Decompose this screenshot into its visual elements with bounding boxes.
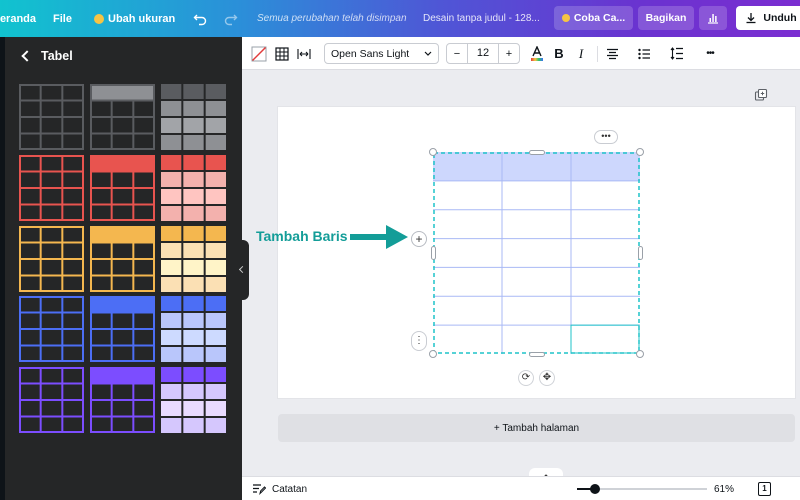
table-template-13[interactable]: [19, 367, 84, 433]
chevron-down-icon: [424, 51, 432, 56]
selected-cell: [570, 324, 640, 354]
align-center-icon[interactable]: [602, 43, 622, 64]
table-grid: [433, 152, 640, 354]
table-template-11[interactable]: [90, 296, 155, 362]
resize-handle-bottom-right[interactable]: [636, 350, 644, 358]
zoom-slider-knob[interactable]: [590, 484, 601, 494]
add-row-annotation: Tambah Baris: [256, 228, 348, 244]
table-template-14[interactable]: [90, 367, 155, 433]
notes-label: Catatan: [272, 483, 308, 495]
top-bar: Beranda File Ubah ukuran Semua perubahan…: [0, 0, 800, 37]
table-template-10[interactable]: [19, 296, 84, 362]
add-row-button[interactable]: +: [411, 231, 427, 247]
table-border-icon[interactable]: [272, 43, 292, 64]
zoom-value[interactable]: 61%: [714, 477, 734, 500]
document-title[interactable]: Desain tanpa judul - 128...: [423, 0, 540, 37]
tables-panel: Tabel: [5, 37, 242, 500]
resize-handle-bottom[interactable]: [529, 352, 545, 357]
save-status: Semua perubahan telah disimpan: [257, 13, 407, 24]
zoom-slider[interactable]: [577, 484, 707, 494]
transparency-icon[interactable]: [249, 43, 269, 64]
table-template-9[interactable]: [161, 226, 226, 292]
rotate-icon[interactable]: ⟳: [518, 370, 534, 386]
undo-icon[interactable]: [193, 0, 207, 37]
move-icon[interactable]: ✥: [539, 370, 555, 386]
resize-handle-top[interactable]: [529, 150, 545, 155]
selection-outline: [433, 152, 640, 354]
font-family-dropdown[interactable]: Open Sans Light: [324, 43, 439, 64]
table-template-5[interactable]: [90, 155, 155, 221]
try-pro-label: Coba Ca...: [573, 12, 626, 24]
list-icon[interactable]: [634, 43, 654, 64]
bar-chart-icon[interactable]: [699, 6, 727, 30]
notes-button[interactable]: Catatan: [252, 477, 307, 500]
resize-handle-left[interactable]: [431, 246, 436, 260]
table-template-6[interactable]: [161, 155, 226, 221]
font-family-value: Open Sans Light: [331, 47, 410, 60]
share-button[interactable]: Bagikan: [638, 6, 694, 30]
table-template-3[interactable]: [161, 84, 226, 150]
text-color-icon[interactable]: [527, 43, 547, 64]
page-count: 1: [758, 482, 771, 496]
download-label: Unduh: [763, 12, 797, 24]
try-pro-button[interactable]: Coba Ca...: [554, 6, 633, 30]
table-template-12[interactable]: [161, 296, 226, 362]
resize-handle-top-left[interactable]: [429, 148, 437, 156]
file-menu[interactable]: File: [53, 0, 72, 37]
row-menu-button[interactable]: ⋮: [411, 331, 427, 351]
font-size-input[interactable]: 12: [467, 44, 499, 63]
home-button[interactable]: Beranda: [0, 0, 36, 37]
spacing-icon[interactable]: [294, 43, 314, 64]
resize-handle-top-right[interactable]: [636, 148, 644, 156]
table-template-15[interactable]: [161, 367, 226, 433]
table-element[interactable]: [433, 152, 640, 354]
duplicate-page-icon[interactable]: [754, 88, 768, 102]
more-options-icon[interactable]: •••: [699, 43, 721, 64]
toolbar-divider: [597, 46, 598, 62]
table-template-8[interactable]: [90, 226, 155, 292]
decrease-font-button[interactable]: −: [447, 48, 467, 60]
collapse-panel-button[interactable]: [237, 240, 249, 300]
panel-back-button[interactable]: Tabel: [21, 49, 73, 63]
footer-bar: Catatan 61% 1: [242, 476, 800, 500]
add-page-button[interactable]: + Tambah halaman: [278, 414, 795, 442]
table-template-7[interactable]: [19, 226, 84, 292]
bold-icon[interactable]: B: [549, 43, 569, 64]
line-spacing-icon[interactable]: [667, 43, 687, 64]
chevron-left-icon: [21, 50, 33, 62]
download-button[interactable]: Unduh: [736, 6, 800, 30]
annotation-arrow-icon: [350, 225, 408, 249]
table-template-4[interactable]: [19, 155, 84, 221]
increase-font-button[interactable]: +: [499, 48, 519, 60]
download-icon: [746, 13, 756, 24]
editor-toolbar: Open Sans Light − 12 + B I •••: [242, 37, 800, 70]
resize-handle-right[interactable]: [638, 246, 643, 260]
redo-icon[interactable]: [224, 0, 238, 37]
table-header-row: [433, 152, 640, 181]
italic-icon[interactable]: I: [571, 43, 591, 64]
resize-button[interactable]: Ubah ukuran: [94, 0, 175, 37]
panel-title: Tabel: [41, 49, 73, 63]
resize-label: Ubah ukuran: [108, 12, 176, 25]
crown-icon: [94, 13, 104, 24]
notes-icon: [253, 484, 266, 495]
table-template-1[interactable]: [19, 84, 84, 150]
table-template-2[interactable]: [90, 84, 155, 150]
page-count-button[interactable]: 1: [758, 477, 771, 500]
element-more-button[interactable]: •••: [594, 130, 618, 144]
font-size-stepper: − 12 +: [446, 43, 520, 64]
crown-icon: [561, 14, 570, 22]
resize-handle-bottom-left[interactable]: [429, 350, 437, 358]
